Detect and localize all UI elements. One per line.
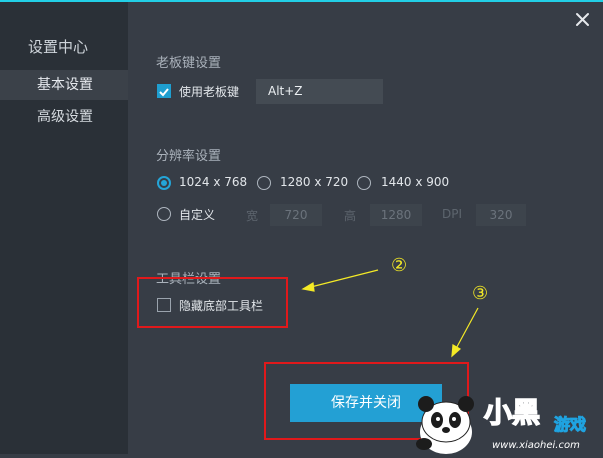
svg-text:小黑: 小黑 xyxy=(484,396,540,429)
panda-mascot-icon xyxy=(416,396,474,454)
svg-text:www.xiaohei.com: www.xiaohei.com xyxy=(492,440,580,451)
arrow-to-save xyxy=(451,307,479,358)
arrow-to-toolbar xyxy=(301,269,379,292)
xiaohei-watermark: 小黑 游戏 www.xiaohei.com xyxy=(406,382,603,454)
xiaohei-logo-lettering: 小黑 游戏 www.xiaohei.com xyxy=(483,395,586,451)
svg-text:游戏: 游戏 xyxy=(554,415,586,434)
